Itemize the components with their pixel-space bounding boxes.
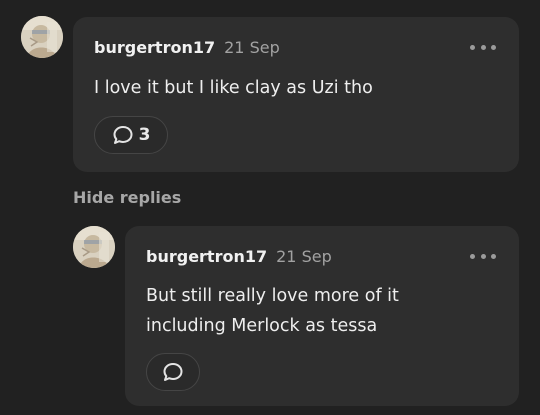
speech-bubble-icon bbox=[163, 363, 183, 381]
reply-to-reply-button[interactable] bbox=[146, 353, 200, 391]
reply-card: burgertron17 21 Sep But still really lov… bbox=[125, 226, 519, 406]
reply-avatar[interactable] bbox=[73, 226, 115, 268]
reply-username[interactable]: burgertron17 bbox=[146, 247, 267, 266]
comment-card: burgertron17 21 Sep I love it but I like… bbox=[73, 17, 519, 172]
reply-text-line-1: But still really love more of it bbox=[146, 286, 399, 306]
avatar-image bbox=[21, 16, 63, 58]
comment-text: I love it but I like clay as Uzi tho bbox=[94, 78, 373, 98]
reply-meta: burgertron17 21 Sep bbox=[146, 247, 332, 266]
username[interactable]: burgertron17 bbox=[94, 38, 215, 57]
more-options-icon[interactable] bbox=[470, 40, 496, 54]
avatar[interactable] bbox=[21, 16, 63, 58]
reply-more-options-icon[interactable] bbox=[470, 249, 496, 263]
reply-text-line-2: including Merlock as tessa bbox=[146, 316, 378, 336]
comment-date: 21 Sep bbox=[224, 38, 280, 57]
reply-button[interactable]: 3 bbox=[94, 116, 168, 154]
hide-replies-link[interactable]: Hide replies bbox=[73, 188, 181, 207]
reply-count: 3 bbox=[138, 125, 151, 145]
speech-bubble-icon bbox=[113, 126, 133, 144]
comment-meta: burgertron17 21 Sep bbox=[94, 38, 280, 57]
reply-date: 21 Sep bbox=[276, 247, 332, 266]
avatar-image bbox=[73, 226, 115, 268]
